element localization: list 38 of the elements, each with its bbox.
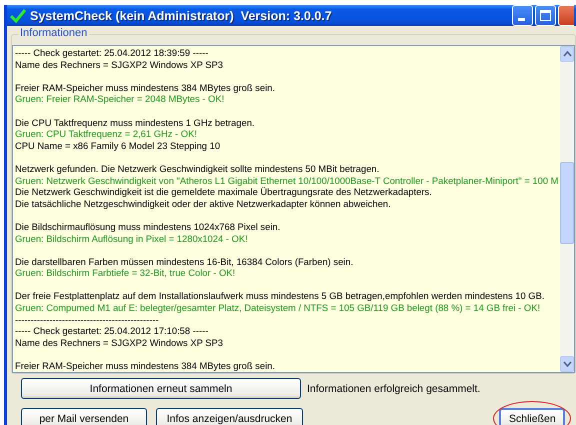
log-line: Netzwerk gefunden. Die Netzwerk Geschwindigkeit sollte mindestens 50 MBit betragen. [15,162,380,175]
log-line: Gruen: Bildschirm Auflösung in Pixel = 1280x1024 - OK! [15,232,249,244]
log-line: Name des Rechners = SJGXP2 Windows XP SP3 [15,58,224,70]
chevron-up-icon [562,51,572,57]
maximize-button[interactable] [535,5,556,26]
scrollbar[interactable] [560,46,574,372]
log-line: Freier RAM-Speicher muss mindestens 384 MBytes groß sein. [15,82,276,94]
log-line: Die darstellbaren Farben müssen mindestens 16-Bit, 16384 Colors (Farben) sein. [15,256,354,268]
log-line: Gruen: Compumed M1 auf E: belegter/gesamter Platz, Dateisystem / NTFS = 105 GB/119 GB belegt (88 %) = 14 GB frei - OK! [15,302,542,314]
log-line: ----- Check gestartet: 25.04.2012 18:39:59 ----- [15,47,210,59]
log-line: Die Bildschirmauflösung muss mindestens 1024x768 Pixel sein. [15,220,282,232]
log-line: Die Netzwerk Geschwindigkeit ist die gemeldete maximale Übertragungsrate des Netzwerkadapters. [15,186,433,198]
log-line: ----- Check gestartet: 25.04.2012 17:10:58 ----- [15,325,210,337]
group-label: Informationen [18,27,90,39]
mail-button[interactable]: per Mail versenden [21,408,147,425]
chevron-down-icon [562,361,572,367]
collect-again-button[interactable]: Informationen erneut sammeln [21,378,301,399]
print-button[interactable]: Infos anzeigen/ausdrucken [156,408,303,425]
scroll-down-button[interactable] [560,356,574,372]
log-line: Die tatsächliche Netzgeschwindigkeit oder der aktive Netzwerkadapter können abweichen. [15,198,392,210]
close-dialog-button[interactable]: Schließen [499,408,565,425]
window-title: SystemCheck (kein Administrator) Version: 3.0.0.7 [30,8,333,22]
log-line: Gruen: Netzwerk Geschwindigkeit von "Atheros L1 Gigabit Ethernet 10/100/1000Base-T Controller - Paketplaner-Miniport" = 100 M [15,174,560,186]
status-text: Informationen erfolgreich gesammelt. [307,382,480,394]
log-line: CPU Name = x86 Family 6 Model 23 Stepping 10 [15,140,222,152]
log-line: Name des Rechners = SJGXP2 Windows XP SP3 [15,336,224,348]
log-line: Der freie Festplattenplatz auf dem Installationslaufwerk muss mindestens 5 GB betragen,empfohlen werden mindestens 10 GB. [15,290,546,302]
log-line: Gruen: Bildschirm Farbtiefe = 32-Bit, true Color - OK! [15,267,236,279]
log-line: Gruen: CPU Taktfrequenz = 2,61 GHz - OK! [15,128,198,140]
minimize-button[interactable] [512,5,533,26]
log-line: Freier RAM-Speicher muss mindestens 384 MBytes groß sein. [15,360,276,372]
scroll-thumb[interactable] [560,162,574,244]
log-line: Gruen: Freier RAM-Speicher = 2048 MBytes - OK! [15,93,226,105]
log-line: Die CPU Taktfrequenz muss mindestens 1 GHz betragen. [15,116,256,128]
scroll-up-button[interactable] [560,46,574,62]
log-line: ---------------------------------------------- [15,314,160,326]
check-icon [10,8,26,22]
close-button[interactable] [558,5,574,26]
